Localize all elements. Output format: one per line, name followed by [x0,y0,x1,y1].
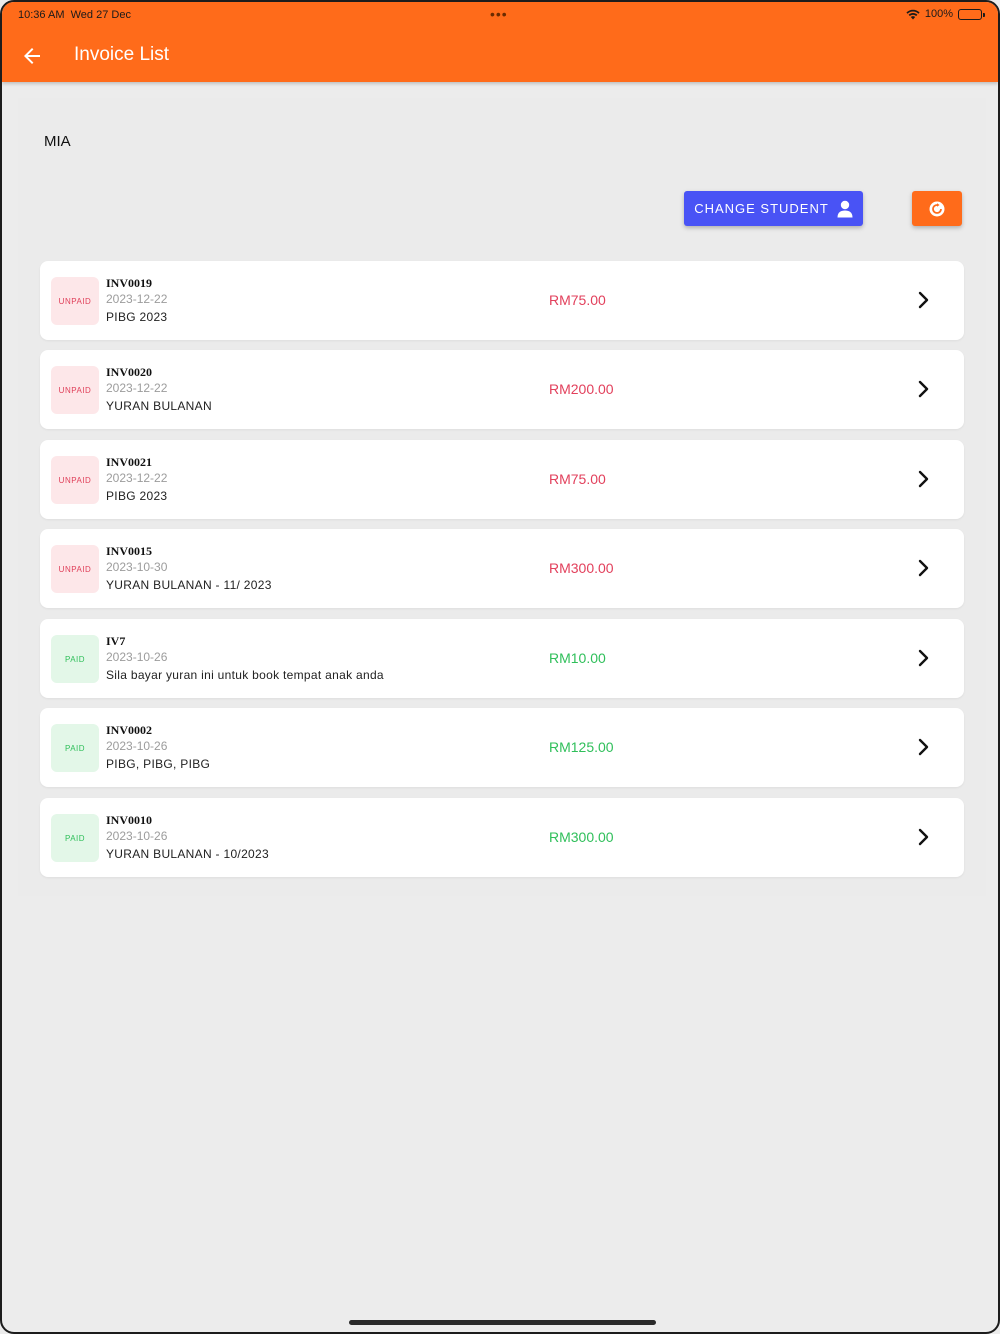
battery-icon [958,8,985,20]
invoice-amount: RM75.00 [549,471,606,487]
invoice-description: PIBG, PIBG, PIBG [106,757,211,771]
person-icon [837,200,853,217]
invoice-card[interactable]: PAID INV0002 2023-10-26 PIBG, PIBG, PIBG RM1… [40,708,964,787]
change-student-label: CHANGE STUDENT [694,201,829,216]
invoice-number: INV0010 [106,813,153,827]
invoice-amount: RM75.00 [549,292,606,308]
status-badge: PAID [51,814,99,862]
student-name: MIA [44,133,71,150]
chevron-right-icon[interactable] [916,557,932,579]
invoice-card[interactable]: UNPAID INV0015 2023-10-30 YURAN BULANAN - 1… [40,529,964,608]
status-badge: UNPAID [51,456,99,504]
invoice-amount: RM200.00 [549,381,614,397]
page-title: Invoice List [74,44,170,65]
invoice-date: 2023-10-30 [106,560,168,574]
invoice-number: INV0021 [106,455,153,469]
invoice-date: 2023-12-22 [106,381,168,395]
status-badge: UNPAID [51,277,99,325]
invoice-date: 2023-10-26 [106,829,168,843]
chevron-right-icon[interactable] [916,289,932,311]
status-badge: PAID [51,724,99,772]
invoice-card[interactable]: PAID IV7 2023-10-26 Sila bayar yuran ini un… [40,619,964,698]
wifi-icon [906,9,920,19]
status-badge: PAID [51,635,99,683]
status-bar: 10:36 AM Wed 27 Dec ••• 100% [2,2,998,28]
status-badge: UNPAID [51,545,99,593]
home-indicator[interactable] [349,1320,656,1325]
refresh-button[interactable] [912,191,962,226]
multitask-dots-icon[interactable]: ••• [490,6,508,22]
invoice-amount: RM125.00 [549,739,614,755]
invoice-number: INV0015 [106,544,153,558]
invoice-description: YURAN BULANAN - 11/ 2023 [106,578,272,592]
arrow-left-icon[interactable] [20,44,44,68]
invoice-description: Sila bayar yuran ini untuk book tempat a… [106,668,384,682]
invoice-description: PIBG 2023 [106,489,168,503]
chevron-right-icon[interactable] [916,826,932,848]
invoice-number: IV7 [106,634,126,648]
invoice-number: INV0002 [106,723,153,737]
battery-percent: 100% [924,8,953,20]
invoice-number: INV0020 [106,365,153,379]
invoice-date: 2023-10-26 [106,739,168,753]
invoice-card[interactable]: PAID INV0010 2023-10-26 YURAN BULANAN - 10/… [40,798,964,877]
invoice-description: YURAN BULANAN [106,399,212,413]
invoice-number: INV0019 [106,276,153,290]
invoice-card[interactable]: UNPAID INV0020 2023-12-22 YURAN BULANAN RM20… [40,350,964,429]
chevron-right-icon[interactable] [916,378,932,400]
refresh-icon [929,201,945,216]
invoice-card[interactable]: UNPAID INV0021 2023-12-22 PIBG 2023 RM75.00 [40,440,964,519]
status-right: 100% [906,8,985,20]
invoice-date: 2023-12-22 [106,471,168,485]
chevron-right-icon[interactable] [916,736,932,758]
invoice-amount: RM300.00 [549,560,614,576]
invoice-date: 2023-10-26 [106,650,168,664]
device-frame: 10:36 AM Wed 27 Dec ••• 100% Invoice Lis… [0,0,1000,1334]
invoice-card[interactable]: UNPAID INV0019 2023-12-22 PIBG 2023 RM75.00 [40,261,964,340]
change-student-button[interactable]: CHANGE STUDENT [684,191,863,226]
invoice-date: 2023-12-22 [106,292,168,306]
chevron-right-icon[interactable] [916,468,932,490]
status-time: 10:36 AM Wed 27 Dec [18,9,131,21]
status-badge: UNPAID [51,366,99,414]
invoice-description: PIBG 2023 [106,310,168,324]
invoice-amount: RM300.00 [549,829,614,845]
invoice-amount: RM10.00 [549,650,606,666]
invoice-description: YURAN BULANAN - 10/2023 [106,847,269,861]
app-bar: 10:36 AM Wed 27 Dec ••• 100% Invoice Lis… [2,2,998,82]
chevron-right-icon[interactable] [916,647,932,669]
